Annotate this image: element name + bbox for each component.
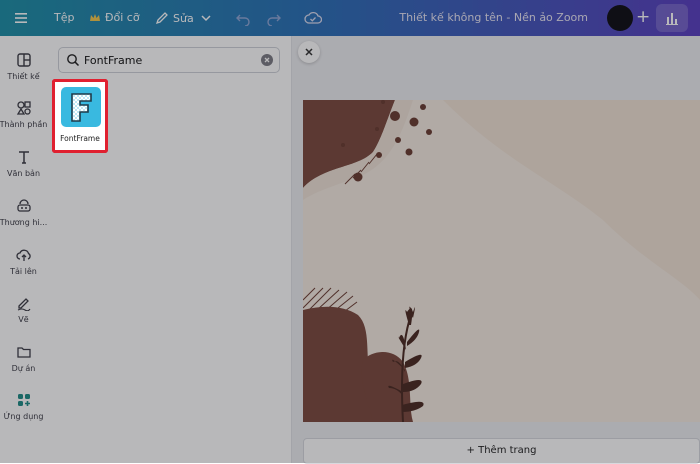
search-icon	[67, 54, 80, 67]
sidebar-item-text[interactable]: Văn bản	[0, 149, 47, 178]
page-artwork	[303, 100, 700, 422]
bar-chart-icon	[666, 13, 678, 25]
add-collaborator-button[interactable]: +	[636, 7, 650, 27]
file-menu-button[interactable]: Tệp	[54, 11, 74, 24]
undo-icon	[236, 14, 250, 26]
brand-icon	[16, 199, 31, 212]
draw-icon	[17, 298, 30, 311]
fontframe-app-icon	[61, 87, 101, 127]
undo-button[interactable]	[235, 10, 251, 26]
sidebar-item-label: Thành phần	[0, 120, 48, 129]
sidebar-item-apps[interactable]: Ứng dụng	[0, 392, 47, 421]
crown-icon	[90, 13, 100, 21]
sidebar-item-design[interactable]: Thiết kế	[0, 52, 47, 81]
close-icon	[264, 57, 270, 63]
insights-button[interactable]	[656, 4, 688, 32]
sidebar-item-brand[interactable]: Thương hi...	[0, 198, 47, 227]
sidebar-item-label: Vẽ	[18, 315, 29, 324]
apps-icon	[17, 394, 30, 406]
chevron-down-icon	[201, 15, 211, 22]
folder-icon	[16, 347, 31, 358]
hamburger-icon	[15, 13, 27, 23]
text-icon	[18, 151, 29, 164]
avatar[interactable]	[607, 5, 633, 31]
add-page-button[interactable]: + Thêm trang	[303, 438, 700, 464]
cloud-save-button[interactable]	[304, 9, 322, 27]
redo-icon	[267, 14, 281, 26]
sidebar-item-label: Thương hi...	[0, 218, 48, 227]
resize-label: Đổi cỡ	[105, 11, 140, 24]
app-result-fontframe-highlighted[interactable]: FontFrame	[52, 79, 108, 153]
sidebar-item-label: Thiết kế	[7, 72, 40, 81]
sidebar-item-label: Tải lên	[10, 267, 37, 276]
menu-button[interactable]	[14, 11, 28, 25]
design-page[interactable]	[303, 100, 700, 422]
sidebar-item-uploads[interactable]: Tải lên	[0, 247, 47, 276]
search-box	[58, 47, 280, 73]
upload-icon	[15, 249, 31, 261]
sidebar-item-label: Dự án	[11, 364, 36, 373]
clear-search-button[interactable]	[261, 54, 273, 66]
document-title[interactable]: Thiết kế không tên - Nền ảo Zoom	[399, 11, 588, 24]
resize-button[interactable]: Đổi cỡ	[89, 11, 140, 24]
fontframe-logo-icon	[71, 93, 92, 122]
sidebar-item-draw[interactable]: Vẽ	[0, 295, 47, 324]
search-input[interactable]	[84, 53, 244, 67]
top-bar: Tệp Đổi cỡ Sửa Thiết kế không tên - Nền …	[0, 0, 700, 36]
file-menu-label: Tệp	[54, 11, 75, 24]
sidebar-item-projects[interactable]: Dự án	[0, 344, 47, 373]
redo-button[interactable]	[266, 10, 282, 26]
layout-icon	[16, 53, 31, 67]
close-panel-button[interactable]	[298, 41, 320, 63]
highlighted-app-card[interactable]: FontFrame	[52, 79, 108, 153]
elements-icon	[16, 101, 31, 115]
edit-label: Sửa	[173, 11, 194, 25]
sidebar-item-label: Ứng dụng	[3, 412, 44, 421]
pencil-icon	[155, 12, 168, 25]
app-result-name: FontFrame	[60, 134, 100, 143]
close-icon	[305, 48, 313, 56]
side-rail: Thiết kế Thành phần Văn bản Thương hi...…	[0, 36, 47, 463]
cloud-check-icon	[304, 11, 322, 24]
sidebar-item-label: Văn bản	[6, 169, 41, 178]
sidebar-item-elements[interactable]: Thành phần	[0, 100, 47, 129]
edit-button[interactable]: Sửa	[155, 11, 212, 25]
